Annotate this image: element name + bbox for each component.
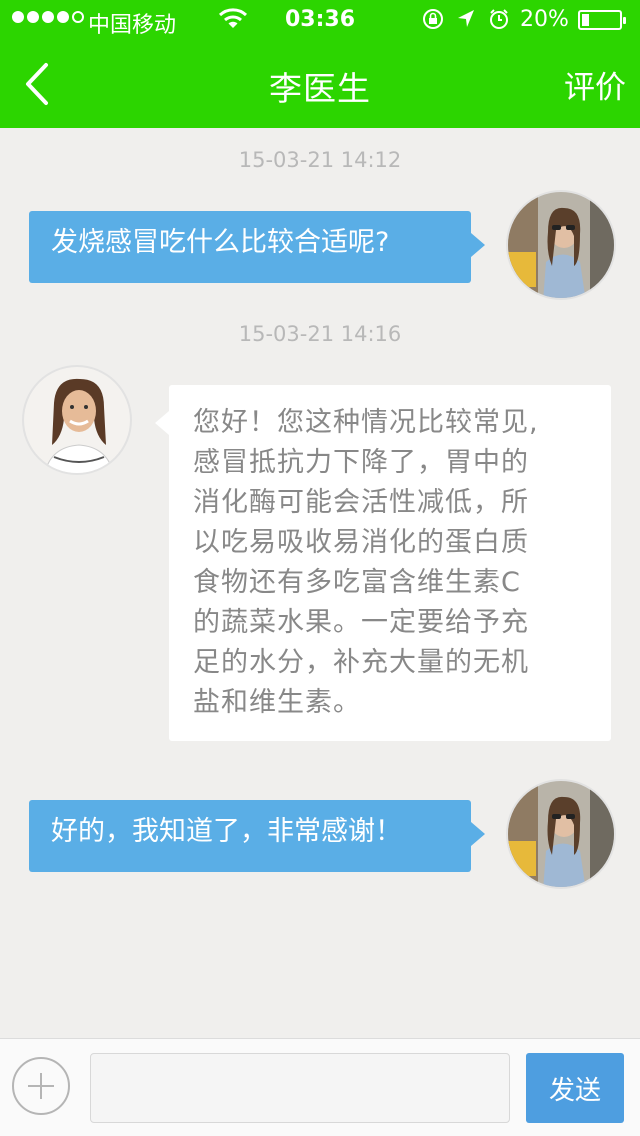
message-line: 足的水分，补充大量的无机 [193, 647, 529, 678]
message-line: 以吃易吸收易消化的蛋白质 [193, 527, 529, 558]
message-input-bar: 发送 [0, 1038, 640, 1136]
message-timestamp: 15-03-21 14:16 [238, 322, 402, 346]
send-button[interactable]: 发送 [526, 1053, 624, 1123]
user-avatar[interactable] [506, 779, 616, 889]
plus-circle-icon[interactable] [12, 1057, 70, 1115]
location-arrow-icon [458, 10, 474, 27]
top-header: 中国移动 03:36 20% 李医生 评价 [0, 0, 640, 128]
message-line: 盐和维生素。 [193, 687, 361, 718]
status-bar: 中国移动 03:36 20% [0, 0, 640, 40]
user-avatar-image [508, 781, 614, 887]
battery-percent: 20% [520, 7, 569, 32]
doctor-avatar-image [24, 367, 130, 473]
page-title: 李医生 [269, 69, 371, 108]
rotation-lock-icon [423, 9, 443, 29]
rate-button[interactable]: 评价 [564, 62, 626, 107]
battery-level [582, 14, 589, 26]
my-message-bubble: 发烧感冒吃什么比较合适呢? [29, 211, 485, 283]
doctor-message-bubble: 您好！您这种情况比较常见, 感冒抵抗力下降了，胃中的 消化酶可能会活性减低，所 … [155, 385, 611, 741]
doctor-avatar[interactable] [22, 365, 132, 475]
my-message-bubble: 好的，我知道了，非常感谢！ [29, 800, 485, 872]
message-timestamp: 15-03-21 14:12 [238, 148, 402, 172]
navigation-bar: 李医生 评价 [0, 40, 640, 128]
user-avatar-image [508, 192, 614, 298]
user-avatar[interactable] [506, 190, 616, 300]
battery-icon [578, 10, 626, 30]
message-line: 的蔬菜水果。一定要给予充 [193, 607, 529, 638]
message-line: 感冒抵抗力下降了，胃中的 [193, 447, 529, 478]
message-line: 您好！您这种情况比较常见, [193, 407, 539, 438]
message-input[interactable] [90, 1053, 510, 1123]
message-line: 消化酶可能会活性减低，所 [193, 487, 529, 518]
alarm-icon [490, 9, 508, 29]
message-line: 食物还有多吃富含维生素C [193, 567, 521, 598]
